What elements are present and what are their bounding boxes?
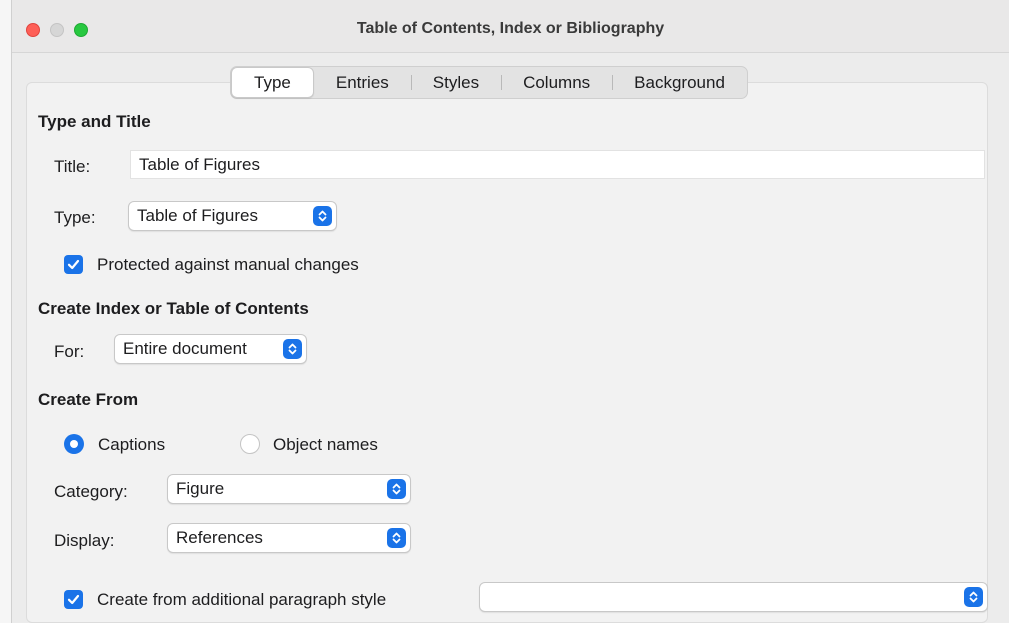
type-select-value: Table of Figures bbox=[137, 206, 258, 225]
create-index-heading: Create Index or Table of Contents bbox=[38, 299, 309, 318]
captions-label[interactable]: Captions bbox=[98, 435, 165, 455]
for-label: For: bbox=[54, 342, 85, 361]
title-bar: Table of Contents, Index or Bibliography bbox=[12, 0, 1009, 53]
display-select-value: References bbox=[176, 528, 263, 547]
dialog-window: Table of Contents, Index or Bibliography… bbox=[12, 0, 1009, 623]
type-select[interactable]: Table of Figures bbox=[128, 201, 337, 231]
type-label: Type: bbox=[54, 208, 96, 227]
object-names-radio[interactable] bbox=[240, 434, 260, 454]
window-title: Table of Contents, Index or Bibliography bbox=[356, 20, 665, 37]
for-select-value: Entire document bbox=[123, 339, 247, 358]
tab-type[interactable]: Type bbox=[231, 67, 314, 98]
tab-bar: Type Entries Styles Columns Background bbox=[230, 66, 748, 99]
create-from-heading: Create From bbox=[38, 390, 139, 409]
additional-style-label[interactable]: Create from additional paragraph style bbox=[97, 590, 386, 610]
chevron-updown-icon bbox=[387, 479, 406, 499]
tab-styles[interactable]: Styles bbox=[410, 67, 501, 98]
category-select-value: Figure bbox=[176, 479, 225, 498]
chevron-updown-icon bbox=[387, 528, 406, 548]
chevron-updown-icon bbox=[283, 339, 302, 359]
additional-style-select[interactable] bbox=[479, 582, 988, 612]
type-and-title-heading: Type and Title bbox=[38, 112, 151, 131]
title-label: Title: bbox=[54, 157, 91, 176]
chevron-updown-icon bbox=[964, 587, 983, 607]
tab-entries[interactable]: Entries bbox=[314, 67, 411, 98]
tab-background[interactable]: Background bbox=[612, 67, 747, 98]
checkmark-icon bbox=[67, 594, 80, 605]
captions-radio[interactable] bbox=[64, 434, 84, 454]
object-names-label[interactable]: Object names bbox=[273, 435, 378, 455]
display-label: Display: bbox=[54, 531, 115, 550]
background-document bbox=[0, 0, 12, 623]
additional-style-checkbox[interactable] bbox=[64, 590, 83, 609]
category-select[interactable]: Figure bbox=[167, 474, 411, 504]
protected-checkbox[interactable] bbox=[64, 255, 83, 274]
title-input[interactable]: Table of Figures bbox=[130, 150, 985, 179]
protected-label[interactable]: Protected against manual changes bbox=[97, 255, 359, 275]
chevron-updown-icon bbox=[313, 206, 332, 226]
display-select[interactable]: References bbox=[167, 523, 411, 553]
for-select[interactable]: Entire document bbox=[114, 334, 307, 364]
checkmark-icon bbox=[67, 259, 80, 270]
category-label: Category: bbox=[54, 482, 128, 501]
tab-columns[interactable]: Columns bbox=[501, 67, 612, 98]
